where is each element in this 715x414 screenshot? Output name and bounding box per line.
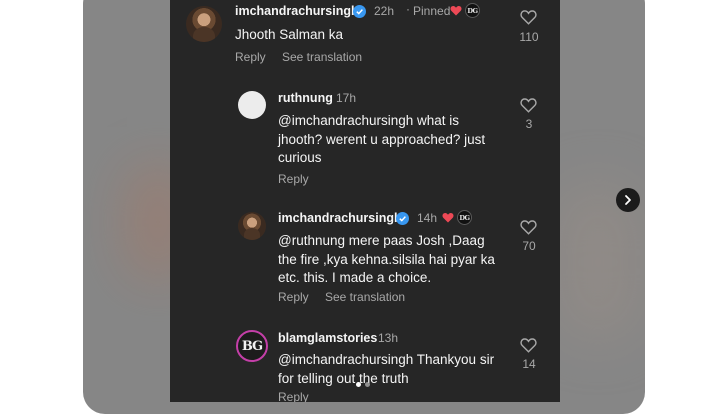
comment-text-line: etc. this. I made a choice. [278, 270, 432, 285]
comment-time: 14h [417, 211, 438, 225]
creator-badge-icon: DG [457, 210, 472, 225]
comment-username[interactable]: imchandrachursingh [278, 211, 402, 225]
creator-badge-icon: DG [465, 3, 480, 18]
comment-text: Jhooth Salman ka [235, 27, 344, 42]
heart-outline-icon[interactable] [520, 219, 537, 235]
comment-username[interactable]: blamglamstories [278, 331, 377, 345]
like-count: 3 [525, 117, 533, 131]
reply-button[interactable]: Reply [278, 290, 309, 304]
heart-outline-icon[interactable] [520, 337, 537, 353]
screenshot-stage: imchandrachursingh 22h · Pinned DG Jhoot… [0, 0, 715, 414]
comment-text: @imchandrachursingh Thankyou sir for tel… [278, 351, 494, 388]
carousel-dot[interactable] [365, 382, 370, 387]
carousel-dot-active[interactable] [356, 382, 361, 387]
reply-button[interactable]: Reply [235, 50, 266, 64]
verified-badge-icon [353, 5, 366, 18]
red-heart-icon [442, 213, 454, 223]
comment-time: 22h [374, 4, 395, 18]
comment-text-line: jhooth? werent u approached? just [278, 131, 486, 147]
heart-outline-icon[interactable] [520, 97, 537, 113]
verified-badge-icon [396, 212, 409, 225]
comments-screenshot-panel: imchandrachursingh 22h · Pinned DG Jhoot… [170, 0, 560, 402]
reply-button[interactable]: Reply [278, 172, 309, 186]
reply-button[interactable]: Reply [278, 390, 309, 402]
comment-time: 13h [378, 331, 399, 345]
comment-username[interactable]: ruthnung [278, 91, 333, 105]
like-count: 14 [522, 357, 536, 371]
next-slide-button[interactable] [616, 188, 640, 212]
pinned-label: Pinned [413, 4, 451, 18]
comment-time: 17h [336, 91, 357, 105]
comment-text: @imchandrachursingh what is jhooth? were… [278, 112, 485, 168]
comment-text: @ruthnung mere paas Josh ,Daag the fire … [278, 232, 495, 288]
comment-text-line: @ruthnung mere paas Josh ,Daag [278, 233, 485, 248]
heart-outline-icon[interactable] [520, 9, 537, 25]
comment-text-line: @imchandrachursingh Thankyou sir [278, 352, 495, 367]
like-count: 110 [519, 30, 539, 44]
avatar[interactable] [238, 91, 266, 119]
see-translation-button[interactable]: See translation [325, 290, 405, 304]
avatar[interactable] [238, 212, 266, 240]
comment-text-line: the fire ,kya kehna.silsila hai pyar ka [278, 251, 495, 267]
like-count: 70 [522, 239, 536, 253]
avatar[interactable]: BG [236, 330, 268, 362]
avatar[interactable] [186, 6, 222, 42]
comment-username[interactable]: imchandrachursingh [235, 4, 359, 18]
carousel-indicator [356, 382, 370, 387]
comment-separator: · [406, 2, 410, 16]
comment-text-line: for telling out the truth [278, 370, 409, 386]
red-heart-icon [450, 6, 462, 16]
see-translation-button[interactable]: See translation [282, 50, 362, 64]
comment-text-line: curious [278, 150, 322, 165]
chevron-right-icon [625, 195, 631, 205]
comment-text-line: @imchandrachursingh what is [278, 113, 460, 128]
